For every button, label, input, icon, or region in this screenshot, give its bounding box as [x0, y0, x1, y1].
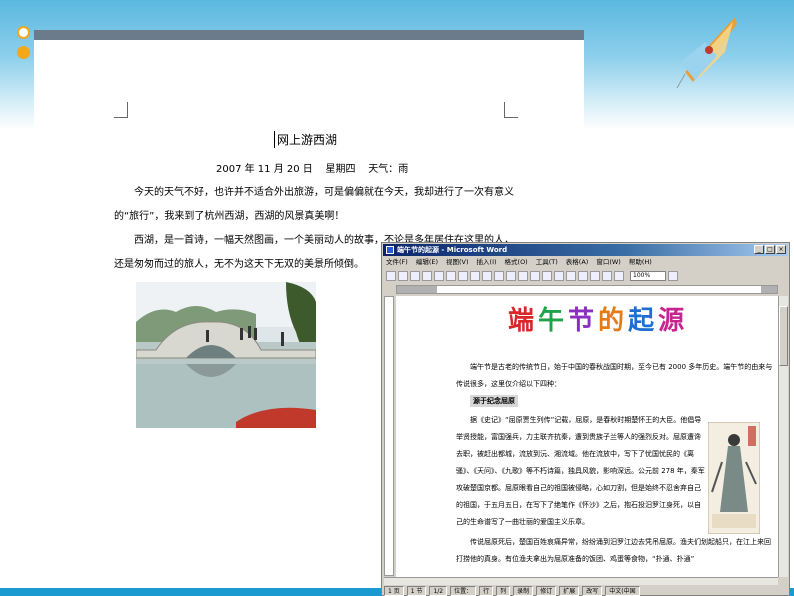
vertical-scrollbar[interactable]: [778, 296, 788, 577]
word-app-icon: [386, 246, 394, 254]
tables-borders-icon[interactable]: [542, 271, 552, 281]
copy-icon[interactable]: [470, 271, 480, 281]
print-preview-icon[interactable]: [434, 271, 444, 281]
margin-corner-marker: [114, 102, 128, 118]
undo-icon[interactable]: [506, 271, 516, 281]
wordart-char: 午: [538, 306, 567, 336]
menu-file[interactable]: 文件(F): [386, 257, 408, 268]
menu-table[interactable]: 表格(A): [566, 257, 589, 268]
ruler-right-margin: [761, 286, 777, 293]
spelling-icon[interactable]: [446, 271, 456, 281]
status-line: 行: [479, 586, 494, 596]
bullet-dot-icon: [17, 26, 30, 39]
document-top-bar: [34, 30, 584, 40]
ruler-left-margin: [397, 286, 437, 293]
menu-help[interactable]: 帮助(H): [629, 257, 652, 268]
menu-insert[interactable]: 插入(I): [477, 257, 497, 268]
wordart-char: 节: [568, 306, 597, 336]
status-section: 1 节: [406, 586, 427, 596]
wordart-char: 的: [598, 306, 627, 336]
redo-icon[interactable]: [518, 271, 528, 281]
status-page: 1 页: [384, 586, 404, 596]
word-body-paragraph: 据《史记》“屈原贾生列传”记载，屈原，是春秋时期楚怀王的大臣。他倡导举贤授能，富…: [456, 416, 705, 526]
menu-window[interactable]: 窗口(W): [596, 257, 621, 268]
kite-icon: [676, 17, 737, 89]
word-intro-paragraph: 端午节是古老的传统节日，始于中国的春秋战国时期，至今已有 2000 多年历史。端…: [456, 363, 773, 388]
qu-yuan-portrait: [708, 422, 760, 534]
document-date-line: 2007 年 11 月 20 日 星期四 天气：雨: [216, 164, 409, 175]
insert-excel-icon[interactable]: [566, 271, 576, 281]
maximize-button[interactable]: □: [765, 245, 775, 254]
help-icon[interactable]: [668, 271, 678, 281]
wordart-char: 源: [658, 306, 687, 336]
word-window[interactable]: 端午节的起源 - Microsoft Word _ □ × 文件(F) 编辑(E…: [381, 242, 790, 596]
hyperlink-icon[interactable]: [530, 271, 540, 281]
bullet-dot-filled-icon: [17, 46, 30, 59]
word-body-paragraph: 传说屈原死后，楚国百姓哀痛异常，纷纷涌到汨罗江边去凭吊屈原。渔夫们划起船只，在江…: [456, 538, 771, 563]
wordart-title: 端 午 节 的 起 源: [508, 300, 686, 337]
word-menubar: 文件(F) 编辑(E) 视图(V) 插入(I) 格式(O) 工具(T) 表格(A…: [386, 257, 652, 268]
horizontal-scrollbar[interactable]: [384, 577, 778, 585]
horizontal-ruler[interactable]: [396, 285, 778, 294]
show-hide-icon[interactable]: [614, 271, 624, 281]
cut-icon[interactable]: [458, 271, 468, 281]
margin-corner-marker: [504, 102, 518, 118]
new-document-icon[interactable]: [386, 271, 396, 281]
close-button[interactable]: ×: [776, 245, 786, 254]
word-document-page[interactable]: 端 午 节 的 起 源 端午节是古老的传统节日，始于中国的春秋战国时期，至今已有…: [396, 296, 778, 577]
menu-tools[interactable]: 工具(T): [536, 257, 558, 268]
status-overtype[interactable]: 改写: [582, 586, 603, 596]
status-page-count: 1/2: [429, 586, 448, 596]
menu-view[interactable]: 视图(V): [446, 257, 469, 268]
status-record[interactable]: 录制: [513, 586, 534, 596]
document-title: 网上游西湖: [274, 131, 337, 148]
columns-icon[interactable]: [578, 271, 588, 281]
open-folder-icon[interactable]: [398, 271, 408, 281]
insert-table-icon[interactable]: [554, 271, 564, 281]
word-titlebar[interactable]: 端午节的起源 - Microsoft Word _ □ ×: [383, 244, 788, 256]
format-painter-icon[interactable]: [494, 271, 504, 281]
zoom-select[interactable]: 100%: [630, 271, 666, 281]
minimize-button[interactable]: _: [754, 245, 764, 254]
wordart-char: 起: [628, 306, 657, 336]
vertical-ruler[interactable]: [384, 296, 394, 576]
word-subheading: 源于纪念屈原: [470, 395, 518, 407]
print-icon[interactable]: [422, 271, 432, 281]
drawing-icon[interactable]: [590, 271, 600, 281]
document-map-icon[interactable]: [602, 271, 612, 281]
menu-edit[interactable]: 编辑(E): [416, 257, 438, 268]
status-extend[interactable]: 扩展: [559, 586, 580, 596]
menu-format[interactable]: 格式(O): [505, 257, 528, 268]
status-track-changes[interactable]: 修订: [536, 586, 557, 596]
status-position: 位置：: [450, 586, 477, 596]
word-statusbar: 1 页 1 节 1/2 位置： 行 列 录制 修订 扩展 改写 中文(中国: [384, 586, 788, 596]
paste-icon[interactable]: [482, 271, 492, 281]
document-paragraph: 今天的天气不好，也许并不适合外出旅游，可是偏偏就在今天，我却进行了一次有意义的“…: [114, 187, 514, 222]
scrollbar-thumb[interactable]: [779, 306, 788, 366]
west-lake-bridge-photo: [136, 282, 316, 428]
status-language: 中文(中国: [605, 586, 640, 596]
wordart-char: 端: [508, 306, 537, 336]
status-column: 列: [496, 586, 511, 596]
save-icon[interactable]: [410, 271, 420, 281]
word-window-title: 端午节的起源 - Microsoft Word: [397, 246, 508, 254]
word-standard-toolbar: 100%: [386, 269, 786, 283]
